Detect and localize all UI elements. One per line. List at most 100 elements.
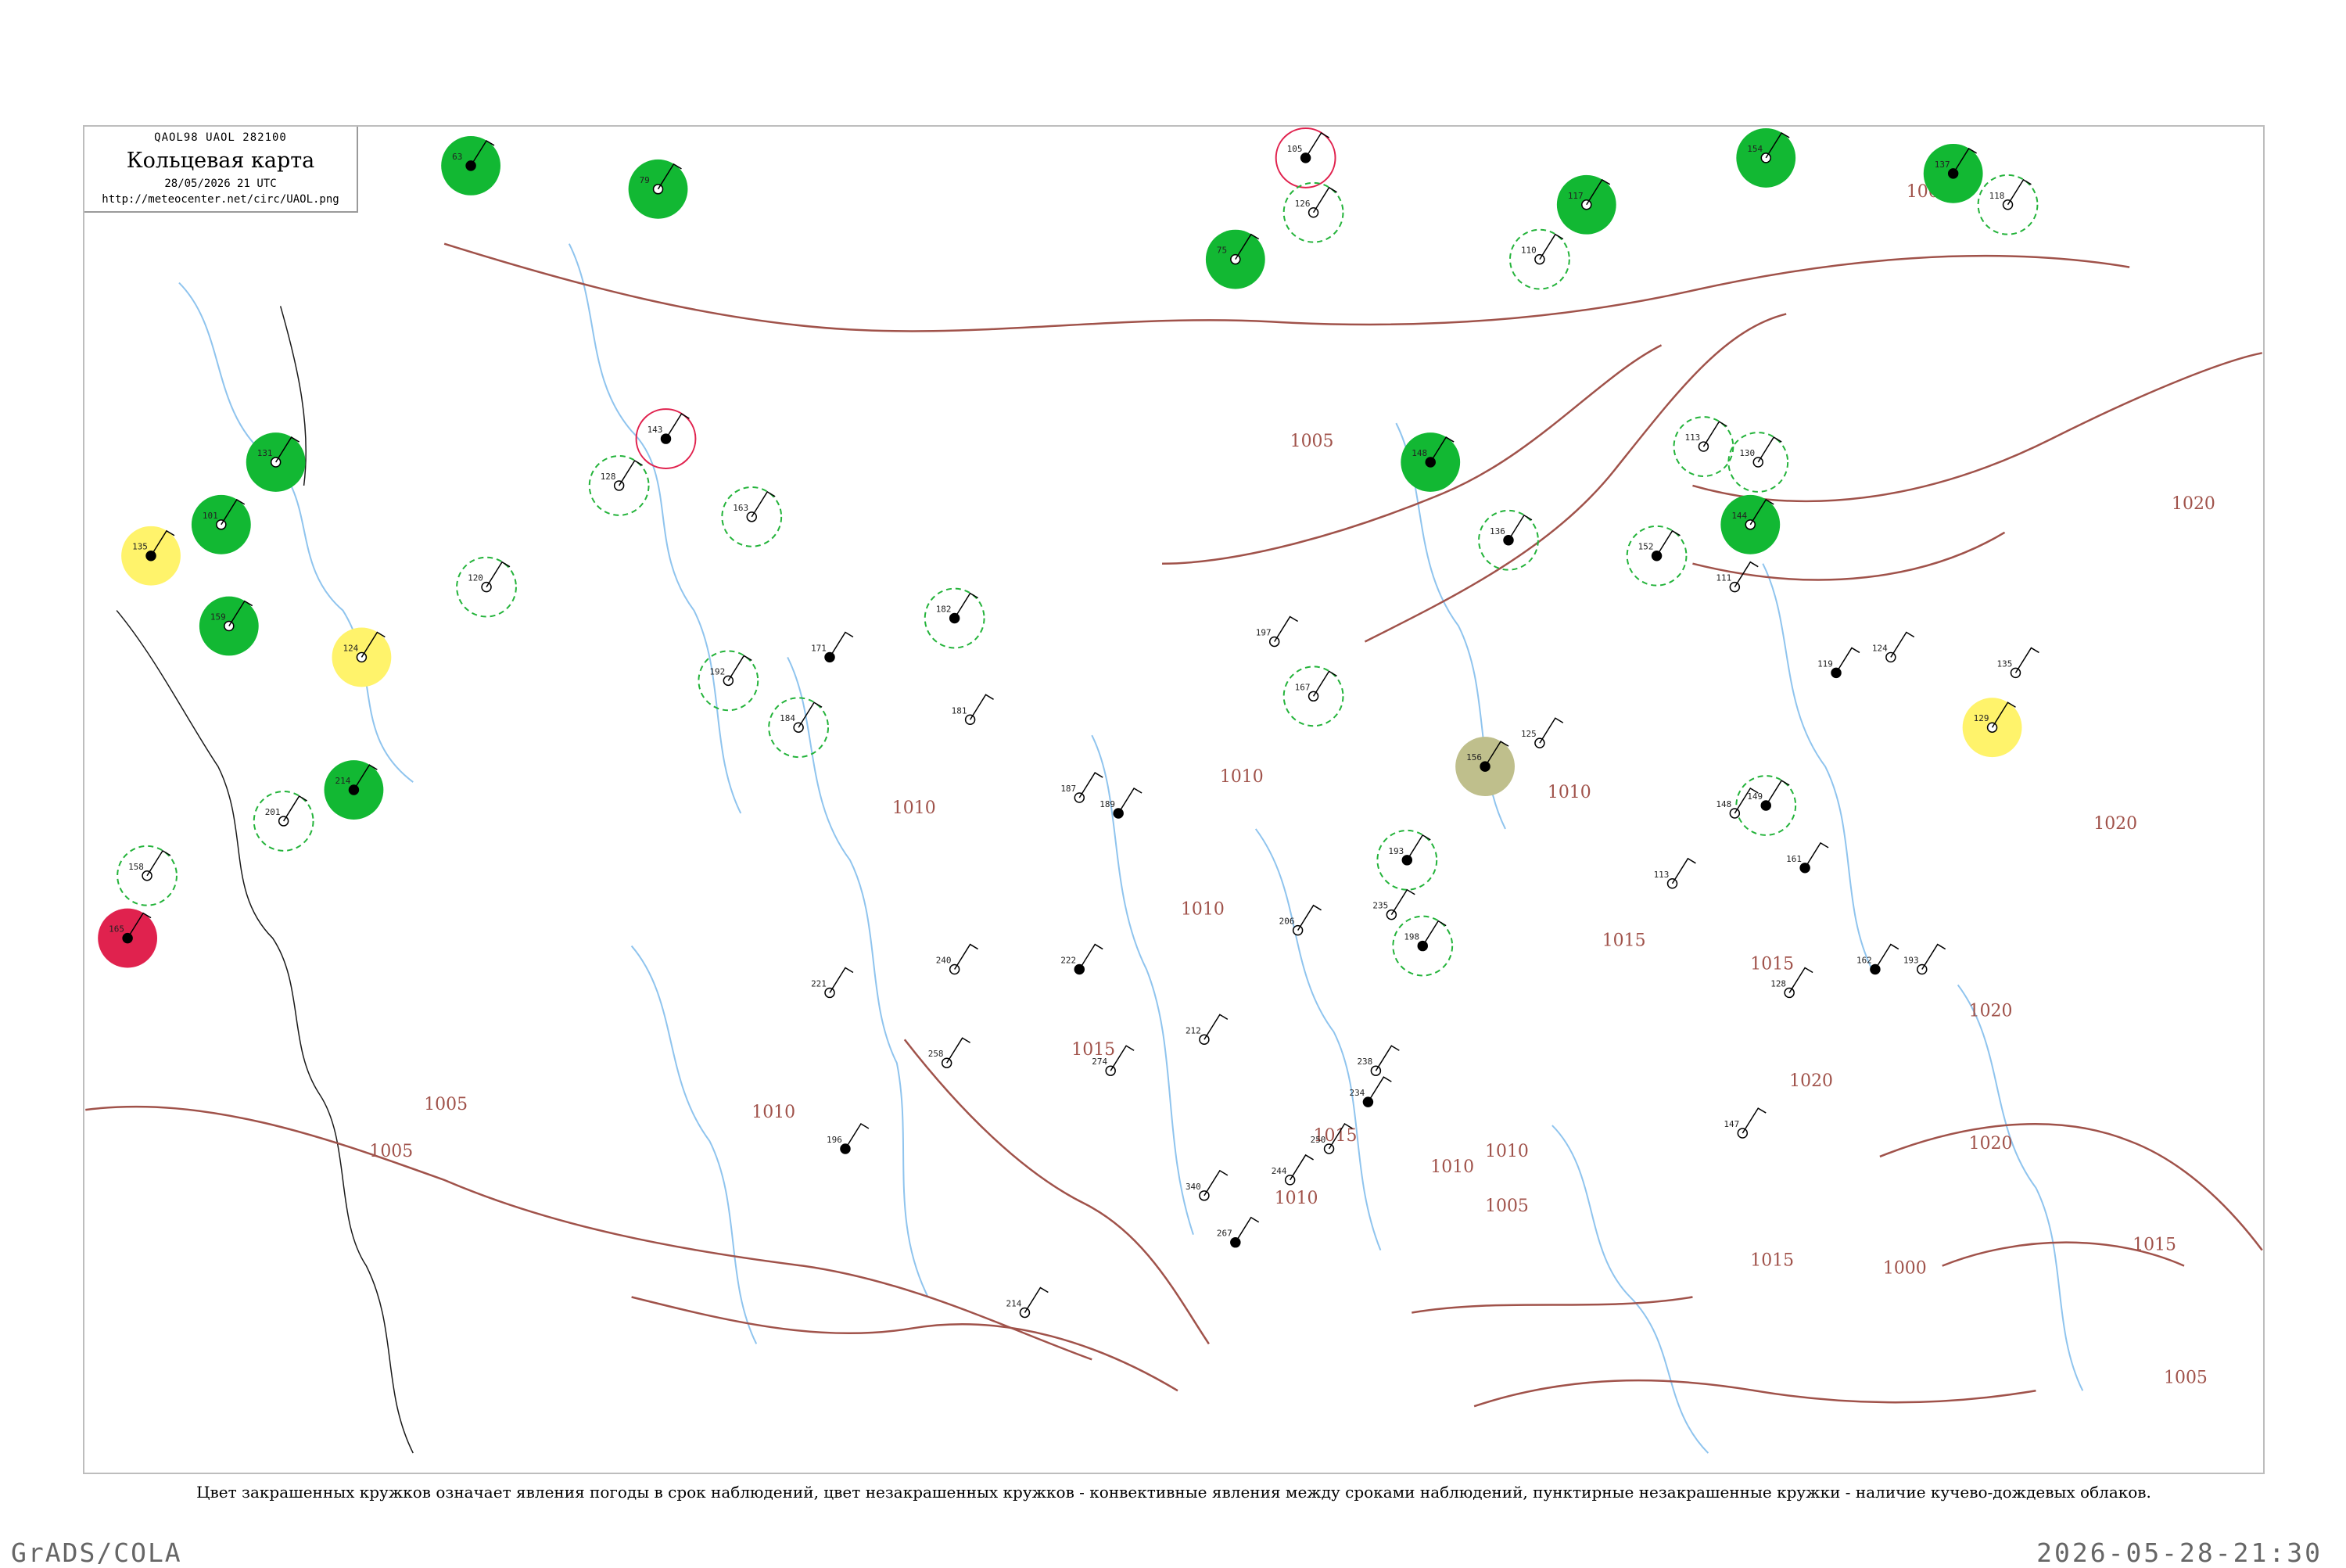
station-value: 110 [1521, 246, 1537, 256]
station-marker[interactable]: 130 [1727, 432, 1789, 493]
station-value: 152 [1638, 542, 1654, 552]
station-marker[interactable]: 147 [1724, 1107, 1767, 1139]
station-marker[interactable]: 182 [924, 587, 985, 649]
station-marker[interactable]: 124 [1872, 631, 1915, 663]
station-marker[interactable]: 156 [1455, 737, 1515, 797]
station-marker[interactable]: 110 [1509, 228, 1570, 290]
station-value: 193 [1903, 956, 1919, 966]
cloud-cover-icon [1300, 152, 1311, 163]
station-value: 222 [1060, 956, 1076, 966]
station-value: 197 [1256, 627, 1272, 637]
isobar-label: 1020 [1969, 1134, 2013, 1154]
station-value: 214 [335, 776, 350, 786]
station-marker[interactable]: 193 [1903, 943, 1946, 975]
station-marker[interactable]: 152 [1626, 525, 1688, 587]
cloud-cover-icon [1308, 207, 1319, 218]
station-marker[interactable]: 105 [1275, 127, 1336, 188]
station-marker[interactable]: 198 [1392, 915, 1454, 977]
station-marker[interactable]: 184 [768, 697, 830, 759]
station-marker[interactable]: 258 [928, 1037, 970, 1068]
station-marker[interactable]: 144 [1720, 494, 1781, 554]
station-value: 137 [1935, 160, 1950, 170]
station-marker[interactable]: 206 [1279, 904, 1322, 936]
station-marker[interactable]: 136 [1478, 509, 1539, 571]
station-marker[interactable]: 154 [1736, 127, 1796, 188]
station-value: 131 [257, 448, 273, 458]
station-marker[interactable]: 129 [1962, 698, 2022, 758]
station-marker[interactable]: 234 [1349, 1076, 1392, 1107]
station-marker[interactable]: 221 [811, 967, 854, 999]
station-marker[interactable]: 125 [1521, 717, 1564, 748]
station-marker[interactable]: 222 [1060, 943, 1103, 975]
station-value: 240 [936, 956, 952, 966]
station-marker[interactable]: 111 [1716, 561, 1759, 593]
station-marker[interactable]: 240 [936, 943, 978, 975]
station-marker[interactable]: 149 [1735, 775, 1797, 836]
cloud-cover-icon [1760, 800, 1771, 811]
station-marker[interactable]: 159 [199, 596, 259, 656]
station-marker[interactable]: 135 [121, 526, 181, 586]
station-marker[interactable]: 165 [98, 908, 158, 968]
cloud-cover-icon [1581, 199, 1592, 210]
station-value: 201 [265, 807, 281, 817]
station-marker[interactable]: 124 [332, 627, 392, 687]
station-marker[interactable]: 135 [1997, 647, 2039, 679]
station-marker[interactable]: 340 [1186, 1169, 1229, 1201]
station-marker[interactable]: 137 [1923, 143, 1983, 203]
station-marker[interactable]: 101 [191, 494, 251, 554]
station-marker[interactable]: 118 [1977, 174, 2039, 235]
station-marker[interactable]: 117 [1556, 174, 1616, 235]
station-marker[interactable]: 187 [1060, 772, 1103, 803]
station-marker[interactable]: 113 [1654, 857, 1696, 889]
station-value: 244 [1272, 1166, 1287, 1176]
station-marker[interactable]: 267 [1217, 1216, 1260, 1248]
station-marker[interactable]: 196 [827, 1123, 870, 1154]
station-value: 124 [343, 643, 358, 653]
station-marker[interactable]: 158 [117, 845, 178, 906]
station-value: 113 [1684, 432, 1700, 443]
station-marker[interactable]: 120 [456, 556, 517, 618]
station-value: 198 [1404, 932, 1419, 942]
chart-url[interactable]: http://meteocenter.net/circ/UAOL.png [84, 193, 357, 206]
station-marker[interactable]: 131 [246, 432, 306, 492]
cloud-cover-icon [224, 620, 235, 632]
station-marker[interactable]: 143 [635, 408, 697, 469]
station-marker[interactable]: 163 [721, 486, 783, 547]
station-value: 184 [780, 713, 795, 723]
station-marker[interactable]: 63 [441, 135, 501, 196]
station-marker[interactable]: 212 [1186, 1014, 1229, 1046]
station-marker[interactable]: 75 [1205, 229, 1265, 289]
station-marker[interactable]: 171 [811, 631, 854, 663]
station-marker[interactable]: 235 [1372, 888, 1415, 920]
station-marker[interactable]: 148 [1401, 432, 1461, 492]
station-marker[interactable]: 167 [1282, 666, 1344, 727]
station-value: 258 [928, 1049, 944, 1059]
station-marker[interactable]: 193 [1376, 829, 1438, 891]
station-marker[interactable]: 181 [952, 694, 994, 725]
station-marker[interactable]: 79 [628, 159, 688, 219]
station-value: 148 [1716, 799, 1731, 809]
isobar-label: 1000 [1883, 1259, 1927, 1279]
isobar-label: 1015 [1602, 931, 1646, 951]
station-marker[interactable]: 128 [588, 455, 650, 516]
station-marker[interactable]: 113 [1673, 416, 1734, 477]
station-marker[interactable]: 161 [1786, 841, 1829, 874]
station-marker[interactable]: 126 [1282, 181, 1344, 243]
station-value: 250 [1311, 1135, 1326, 1145]
station-marker[interactable]: 192 [698, 650, 759, 712]
station-marker[interactable]: 201 [253, 791, 314, 852]
station-marker[interactable]: 214 [1006, 1286, 1049, 1319]
station-value: 126 [1295, 199, 1311, 209]
station-value: 167 [1295, 682, 1311, 692]
cloud-cover-icon [2002, 199, 2014, 210]
station-marker[interactable]: 244 [1272, 1154, 1314, 1186]
station-marker[interactable]: 189 [1099, 788, 1143, 819]
station-marker[interactable]: 119 [1817, 647, 1860, 679]
station-marker[interactable]: 214 [324, 760, 384, 820]
station-marker[interactable]: 197 [1256, 615, 1299, 648]
station-value: 75 [1217, 246, 1227, 256]
isobars [85, 242, 2263, 1408]
station-marker[interactable]: 238 [1357, 1045, 1400, 1076]
station-value: 143 [647, 425, 663, 435]
station-value: 221 [811, 978, 827, 989]
